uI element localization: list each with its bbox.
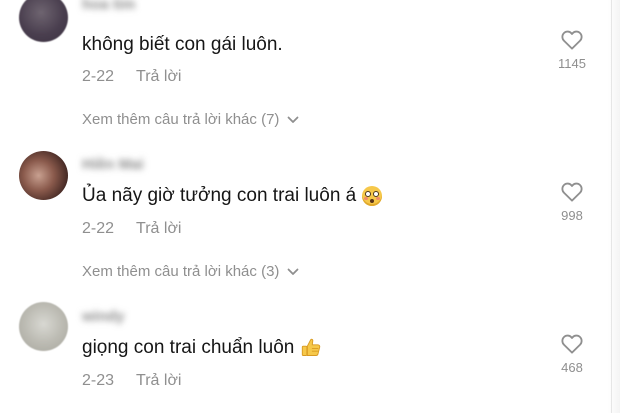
- comment-text-content: Ủa nãy giờ tưởng con trai luôn á: [82, 185, 357, 206]
- view-more-replies-label: Xem thêm câu trả lời khác (7): [82, 111, 280, 128]
- comment-meta: 2-23 Trả lời: [82, 372, 181, 390]
- view-more-replies-button[interactable]: Xem thêm câu trả lời khác (3): [82, 263, 299, 280]
- comment-meta: 2-22 Trả lời: [82, 220, 181, 238]
- chevron-down-icon: [288, 268, 299, 275]
- like-count: 468: [561, 360, 583, 375]
- comment-text: không biết con gái luôn.: [82, 34, 283, 55]
- comment-text-content: giọng con trai chuẩn luôn: [82, 337, 295, 358]
- like-button[interactable]: 998: [552, 182, 592, 223]
- comment-date: 2-22: [82, 68, 115, 85]
- avatar[interactable]: [19, 0, 68, 42]
- flushed-face-icon: [362, 186, 383, 206]
- like-count: 1145: [558, 56, 586, 71]
- reply-button[interactable]: Trả lời: [136, 372, 181, 389]
- reply-button[interactable]: Trả lời: [136, 220, 181, 237]
- comment-text: giọng con trai chuẩn luôn: [82, 337, 322, 359]
- like-count: 998: [561, 208, 583, 223]
- comment-section: hoa tim không biết con gái luôn. 2-22 Trả…: [0, 0, 620, 413]
- view-more-replies-button[interactable]: Xem thêm câu trả lời khác (7): [82, 111, 299, 128]
- chevron-down-icon: [288, 116, 299, 123]
- comment-username[interactable]: windy: [82, 308, 125, 325]
- like-button[interactable]: 1145: [552, 30, 592, 71]
- scroll-edge: [608, 0, 620, 413]
- comment-username[interactable]: Hiền Mai: [82, 156, 144, 173]
- avatar[interactable]: [19, 302, 68, 351]
- heart-icon: [561, 334, 583, 354]
- thumbs-up-icon: [302, 338, 321, 356]
- heart-icon: [561, 30, 583, 50]
- comment-date: 2-23: [82, 372, 115, 389]
- comment-username[interactable]: hoa tim: [82, 0, 135, 13]
- view-more-replies-label: Xem thêm câu trả lời khác (3): [82, 263, 280, 280]
- avatar[interactable]: [19, 151, 68, 200]
- heart-icon: [561, 182, 583, 202]
- reply-button[interactable]: Trả lời: [136, 68, 181, 85]
- comment-meta: 2-22 Trả lời: [82, 68, 181, 86]
- like-button[interactable]: 468: [552, 334, 592, 375]
- comment-date: 2-22: [82, 220, 115, 237]
- divider: [611, 0, 612, 413]
- comment-text: Ủa nãy giờ tưởng con trai luôn á: [82, 185, 383, 207]
